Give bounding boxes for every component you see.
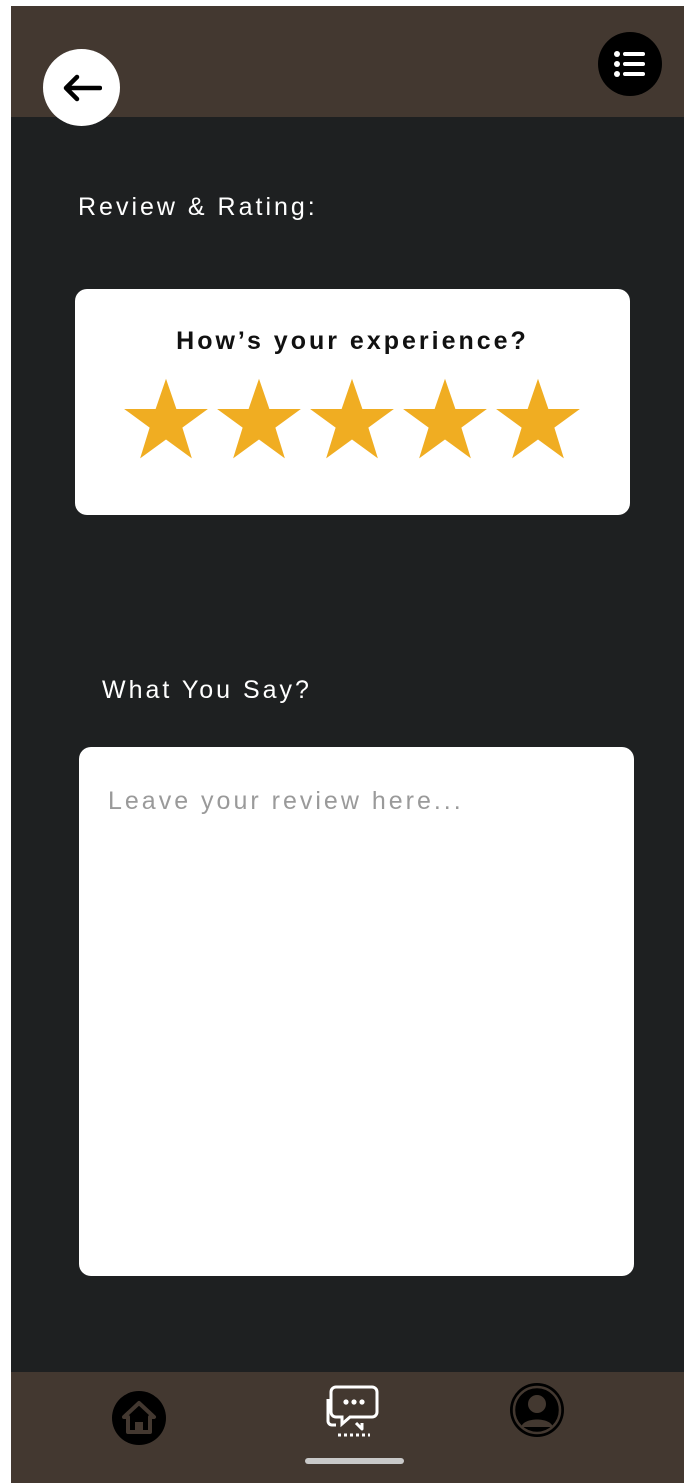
user-profile-icon bbox=[510, 1383, 564, 1437]
back-button[interactable] bbox=[43, 49, 120, 126]
what-you-say-heading: What You Say? bbox=[102, 676, 312, 704]
review-rating-heading: Review & Rating: bbox=[78, 193, 318, 221]
home-indicator bbox=[305, 1458, 404, 1464]
star-rating bbox=[122, 377, 582, 465]
bottom-navigation bbox=[11, 1372, 684, 1483]
review-screen: Review & Rating: How’s your experience? … bbox=[11, 6, 684, 1483]
star-icon[interactable] bbox=[401, 377, 489, 465]
chat-bubbles-icon bbox=[326, 1385, 379, 1437]
home-icon bbox=[112, 1391, 166, 1445]
arrow-left-icon bbox=[63, 74, 102, 101]
star-icon[interactable] bbox=[122, 377, 210, 465]
review-textarea[interactable] bbox=[79, 747, 634, 1276]
star-icon[interactable] bbox=[215, 377, 303, 465]
nav-profile[interactable] bbox=[505, 1378, 569, 1442]
star-icon[interactable] bbox=[308, 377, 396, 465]
menu-button[interactable] bbox=[598, 32, 662, 96]
nav-reviews[interactable] bbox=[321, 1378, 385, 1442]
rating-card: How’s your experience? bbox=[75, 289, 630, 515]
nav-home[interactable] bbox=[107, 1386, 171, 1450]
list-icon bbox=[614, 51, 645, 77]
experience-question: How’s your experience? bbox=[176, 327, 529, 355]
star-icon[interactable] bbox=[494, 377, 582, 465]
